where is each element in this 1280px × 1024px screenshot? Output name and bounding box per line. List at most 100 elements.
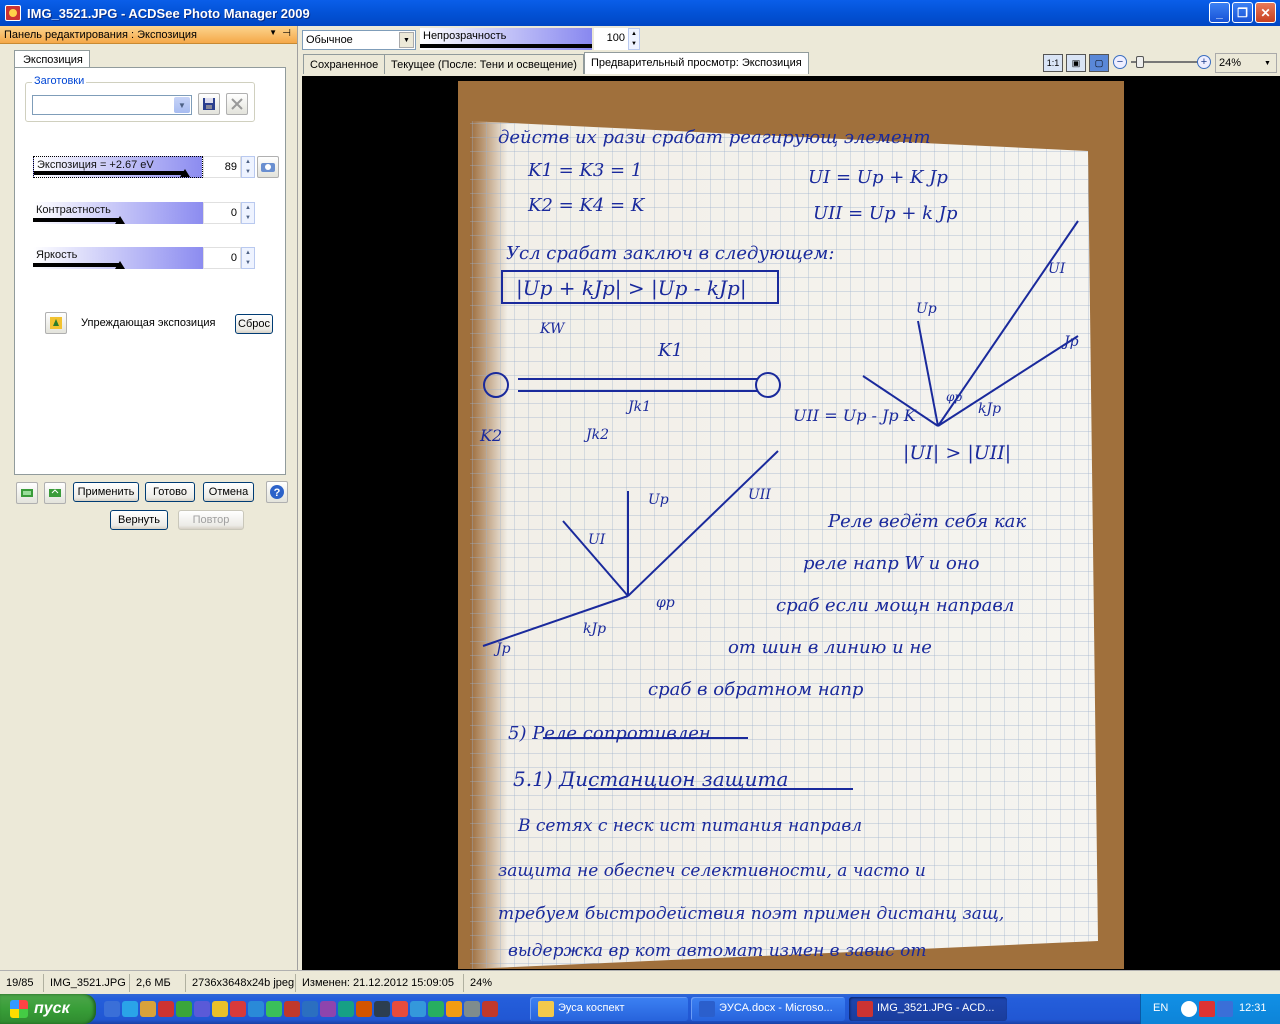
exposure-slider[interactable]: Экспозиция = +2.67 eV 89 ▲ ▼ (33, 156, 255, 180)
zoom-in-icon[interactable]: + (1197, 55, 1211, 69)
acdsee-icon (857, 1001, 873, 1017)
task-folder[interactable]: Эуса коспект (530, 997, 688, 1021)
previous-image-button[interactable] (16, 482, 38, 504)
spin-up-icon[interactable]: ▲ (242, 157, 254, 167)
notebook-photo[interactable]: действ их рази срабат реагирующ элемент K… (458, 81, 1124, 969)
quicklaunch-app12-icon[interactable] (356, 1001, 372, 1017)
brightness-slider-thumb[interactable] (115, 261, 125, 269)
quicklaunch-app8-icon[interactable] (284, 1001, 300, 1017)
exposure-slider-track[interactable]: Экспозиция = +2.67 eV (33, 156, 203, 178)
tray-expand-icon[interactable] (1181, 1001, 1197, 1017)
quicklaunch-ie-icon[interactable] (122, 1001, 138, 1017)
task-word[interactable]: ЭУСА.docx - Microso... (691, 997, 845, 1021)
minimize-button[interactable]: _ (1209, 2, 1230, 23)
reset-button[interactable]: Сброс (235, 314, 273, 334)
brightness-spinner[interactable]: ▲ ▼ (241, 247, 255, 269)
quicklaunch-app14-icon[interactable] (392, 1001, 408, 1017)
spin-down-icon[interactable]: ▼ (242, 213, 254, 223)
exposure-value-field[interactable]: 89 (203, 156, 241, 178)
blend-mode-dropdown[interactable]: Обычное ▼ (302, 30, 416, 50)
quicklaunch-app1-icon[interactable] (158, 1001, 174, 1017)
quicklaunch-app3-icon[interactable] (194, 1001, 210, 1017)
delete-preset-button[interactable] (226, 93, 248, 115)
opacity-value-field[interactable]: 100 (594, 28, 628, 50)
contrast-slider-track[interactable]: Контрастность (33, 202, 203, 224)
photo-text-line: kJp (583, 621, 606, 637)
cancel-button[interactable]: Отмена (203, 482, 254, 502)
apply-button[interactable]: Применить (73, 482, 139, 502)
auto-exposure-options-button[interactable] (257, 156, 279, 178)
panel-menu-icon[interactable]: ▼ (269, 28, 277, 37)
image-viewer[interactable]: действ их рази срабат реагирующ элемент K… (302, 76, 1280, 970)
tab-exposure[interactable]: Экспозиция (14, 50, 90, 68)
quicklaunch-app6-icon[interactable] (248, 1001, 264, 1017)
quicklaunch-app9-icon[interactable] (302, 1001, 318, 1017)
title-bar[interactable]: IMG_3521.JPG - ACDSee Photo Manager 2009… (0, 0, 1280, 26)
close-button[interactable]: ✕ (1255, 2, 1276, 23)
quicklaunch-desktop-icon[interactable] (104, 1001, 120, 1017)
contrast-value-field[interactable]: 0 (203, 202, 241, 224)
chevron-down-icon[interactable]: ▼ (399, 32, 414, 48)
chevron-down-icon[interactable]: ▼ (1260, 55, 1275, 71)
tab-current[interactable]: Текущее (После: Тени и освещение) (384, 54, 584, 74)
brightness-value-field[interactable]: 0 (203, 247, 241, 269)
quicklaunch-app7-icon[interactable] (266, 1001, 282, 1017)
quicklaunch-search-icon[interactable] (140, 1001, 156, 1017)
quicklaunch-app19-icon[interactable] (482, 1001, 498, 1017)
quicklaunch-app4-icon[interactable] (212, 1001, 228, 1017)
quicklaunch-app5-icon[interactable] (230, 1001, 246, 1017)
quicklaunch-app10-icon[interactable] (320, 1001, 336, 1017)
spin-up-icon[interactable]: ▲ (629, 29, 639, 39)
spin-down-icon[interactable]: ▼ (629, 39, 639, 49)
quicklaunch-app18-icon[interactable] (464, 1001, 480, 1017)
quicklaunch-app2-icon[interactable] (176, 1001, 192, 1017)
maximize-button[interactable]: ❐ (1232, 2, 1253, 23)
quicklaunch-app15-icon[interactable] (410, 1001, 426, 1017)
fit-image-icon[interactable]: ▣ (1066, 54, 1086, 72)
quicklaunch-app13-icon[interactable] (374, 1001, 390, 1017)
zoom-slider-thumb[interactable] (1136, 56, 1144, 68)
zoom-out-icon[interactable]: − (1113, 55, 1127, 69)
brightness-slider[interactable]: Яркость 0 ▲ ▼ (33, 247, 255, 271)
brightness-slider-track[interactable]: Яркость (33, 247, 203, 269)
photo-text-line: K1 = K3 = 1 (527, 160, 642, 181)
task-acdsee[interactable]: IMG_3521.JPG - ACD... (849, 997, 1007, 1021)
network-icon[interactable] (1217, 1001, 1233, 1017)
spin-down-icon[interactable]: ▼ (242, 258, 254, 268)
contrast-slider-thumb[interactable] (115, 216, 125, 224)
antivirus-icon[interactable] (1199, 1001, 1215, 1017)
spin-up-icon[interactable]: ▲ (242, 203, 254, 213)
spin-down-icon[interactable]: ▼ (242, 167, 254, 177)
opacity-spinner[interactable]: ▲ ▼ (628, 28, 640, 50)
photo-text-line: Jp (493, 641, 511, 657)
auto-exposure-button[interactable] (45, 312, 67, 334)
tab-saved[interactable]: Сохраненное (303, 54, 386, 74)
done-button[interactable]: Готово (145, 482, 195, 502)
redo-button[interactable]: Повтор (178, 510, 244, 530)
exposure-spinner[interactable]: ▲ ▼ (241, 156, 255, 178)
undo-button[interactable]: Вернуть (110, 510, 168, 530)
help-button[interactable]: ? (266, 481, 288, 503)
actual-size-icon[interactable]: 1:1 (1043, 54, 1063, 72)
zoom-dropdown[interactable]: 24% ▼ (1215, 53, 1277, 73)
acdsee-app-icon[interactable] (5, 5, 21, 21)
presets-dropdown[interactable]: ▼ (32, 95, 192, 115)
file-size: 2,6 МБ (130, 973, 186, 992)
pin-icon[interactable]: ⊣ (282, 28, 291, 39)
start-button[interactable]: пуск (0, 994, 96, 1024)
opacity-slider[interactable]: Непрозрачность (420, 28, 592, 50)
quicklaunch-app16-icon[interactable] (428, 1001, 444, 1017)
compare-button[interactable] (44, 482, 66, 504)
tab-preview[interactable]: Предварительный просмотр: Экспозиция (584, 52, 809, 74)
contrast-spinner[interactable]: ▲ ▼ (241, 202, 255, 224)
chevron-down-icon[interactable]: ▼ (174, 97, 190, 113)
quicklaunch-app17-icon[interactable] (446, 1001, 462, 1017)
quicklaunch-app11-icon[interactable] (338, 1001, 354, 1017)
save-preset-button[interactable] (198, 93, 220, 115)
language-indicator[interactable]: EN (1153, 1002, 1168, 1014)
fit-window-icon[interactable]: ▢ (1089, 54, 1109, 72)
svg-text:?: ? (274, 487, 281, 499)
contrast-slider[interactable]: Контрастность 0 ▲ ▼ (33, 202, 255, 226)
exposure-slider-thumb[interactable] (180, 169, 190, 177)
spin-up-icon[interactable]: ▲ (242, 248, 254, 258)
